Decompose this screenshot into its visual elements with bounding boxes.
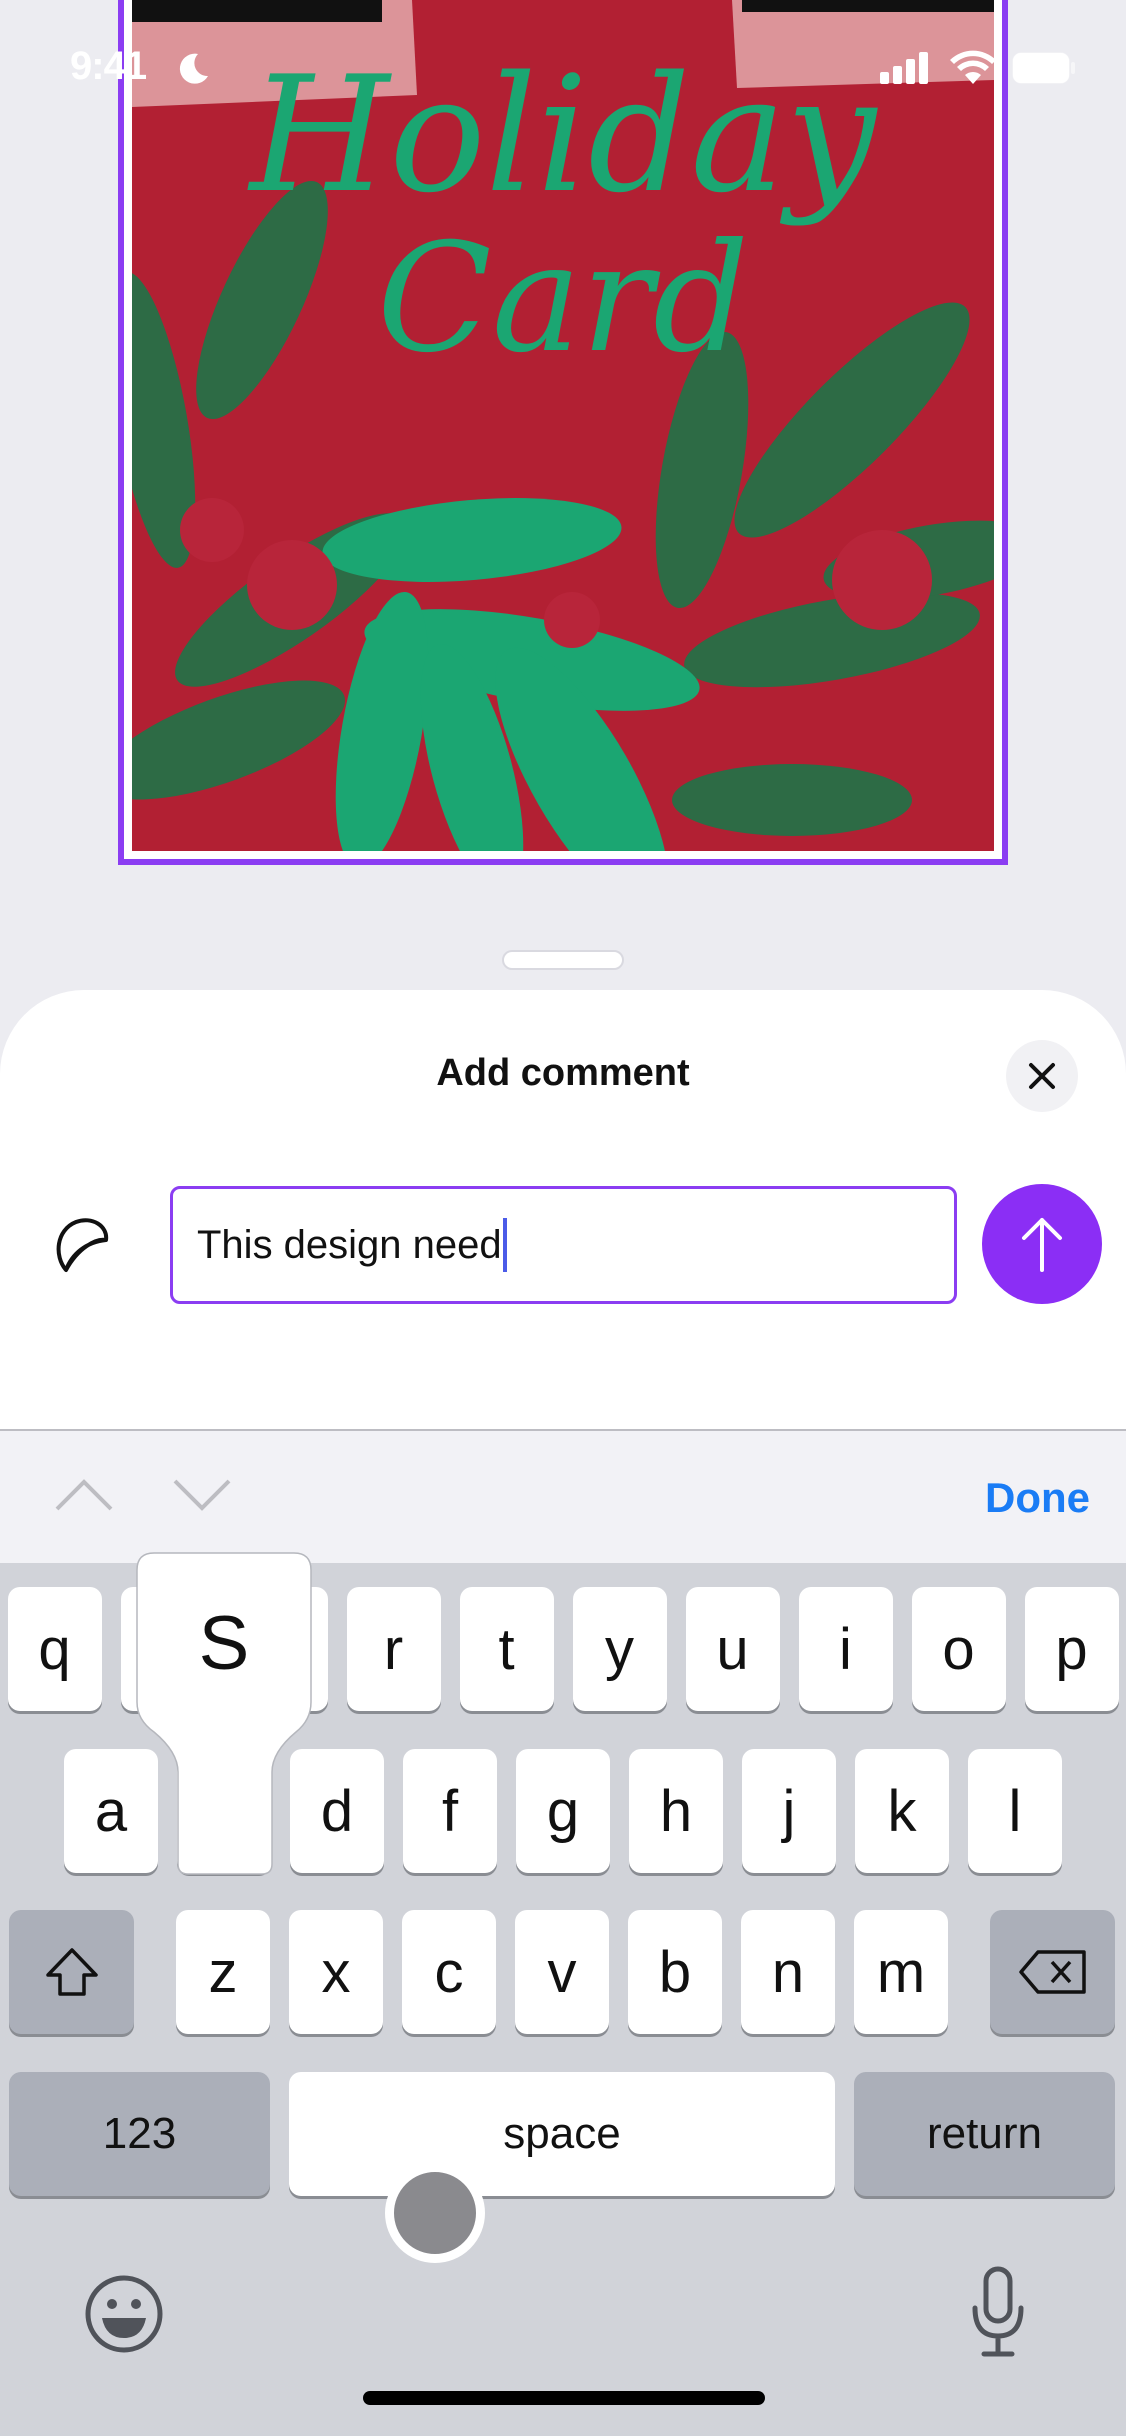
- done-button[interactable]: Done: [985, 1474, 1090, 1522]
- sheet-title: Add comment: [436, 1052, 690, 1094]
- signal-icon: [880, 52, 928, 84]
- send-button[interactable]: [982, 1184, 1102, 1304]
- key-p[interactable]: p: [1024, 1587, 1119, 1711]
- key-t[interactable]: t: [459, 1587, 554, 1711]
- key-k[interactable]: k: [855, 1749, 949, 1873]
- key-b[interactable]: b: [628, 1910, 722, 2034]
- holiday-card-image: Holiday Card: [132, 0, 994, 851]
- sheet-drag-handle[interactable]: [502, 950, 624, 970]
- microphone-icon[interactable]: [970, 2266, 1026, 2358]
- backspace-icon: [1018, 1950, 1086, 1994]
- key-r[interactable]: r: [346, 1587, 441, 1711]
- space-key[interactable]: space: [289, 2072, 835, 2196]
- emoji-icon[interactable]: [84, 2274, 164, 2354]
- moon-icon: [179, 53, 208, 84]
- key-i[interactable]: i: [798, 1587, 893, 1711]
- text-caret: [502, 1218, 507, 1272]
- numbers-key[interactable]: 123: [9, 2072, 270, 2196]
- backspace-key[interactable]: [990, 1910, 1115, 2034]
- key-popup-letter: S: [198, 1601, 250, 1686]
- key-y[interactable]: y: [572, 1587, 667, 1711]
- close-icon: [1029, 1063, 1055, 1089]
- chevron-down-icon[interactable]: [172, 1478, 232, 1512]
- keyboard-toolbar: [0, 1429, 1126, 1563]
- home-indicator: [363, 2391, 765, 2405]
- return-key[interactable]: return: [854, 2072, 1115, 2196]
- key-l[interactable]: l: [968, 1749, 1062, 1873]
- key-x[interactable]: x: [289, 1910, 383, 2034]
- card-title-line1: Holiday: [247, 41, 879, 228]
- key-h[interactable]: h: [629, 1749, 723, 1873]
- keyboard-row-4: 123 space return: [0, 2072, 1126, 2196]
- close-button[interactable]: [1006, 1040, 1078, 1112]
- key-z[interactable]: z: [176, 1910, 270, 2034]
- key-n[interactable]: n: [741, 1910, 835, 2034]
- key-m[interactable]: m: [854, 1910, 948, 2034]
- key-q[interactable]: q: [7, 1587, 102, 1711]
- wifi-icon: [950, 50, 996, 84]
- key-c[interactable]: c: [402, 1910, 496, 2034]
- status-time: 9:41: [70, 44, 147, 88]
- keyboard-row-3: zxcvbnm: [0, 1910, 1126, 2034]
- arrow-up-icon: [1022, 1218, 1062, 1272]
- shift-icon: [45, 1948, 98, 1996]
- key-f[interactable]: f: [403, 1749, 497, 1873]
- comment-input-value: This design need: [197, 1222, 502, 1267]
- key-u[interactable]: u: [685, 1587, 780, 1711]
- key-j[interactable]: j: [742, 1749, 836, 1873]
- comment-input[interactable]: This design need: [170, 1186, 957, 1304]
- design-canvas[interactable]: Holiday Card: [118, 0, 1008, 865]
- sticker-icon[interactable]: [52, 1212, 116, 1276]
- chevron-up-icon[interactable]: [54, 1478, 114, 1512]
- shift-key[interactable]: [9, 1910, 134, 2034]
- key-v[interactable]: v: [515, 1910, 609, 2034]
- letter-keys: zxcvbnm: [176, 1910, 948, 2034]
- key-o[interactable]: o: [911, 1587, 1006, 1711]
- battery-icon: [1012, 52, 1075, 84]
- touch-indicator: [385, 2163, 485, 2263]
- key-g[interactable]: g: [516, 1749, 610, 1873]
- card-title-line2: Card: [377, 212, 749, 386]
